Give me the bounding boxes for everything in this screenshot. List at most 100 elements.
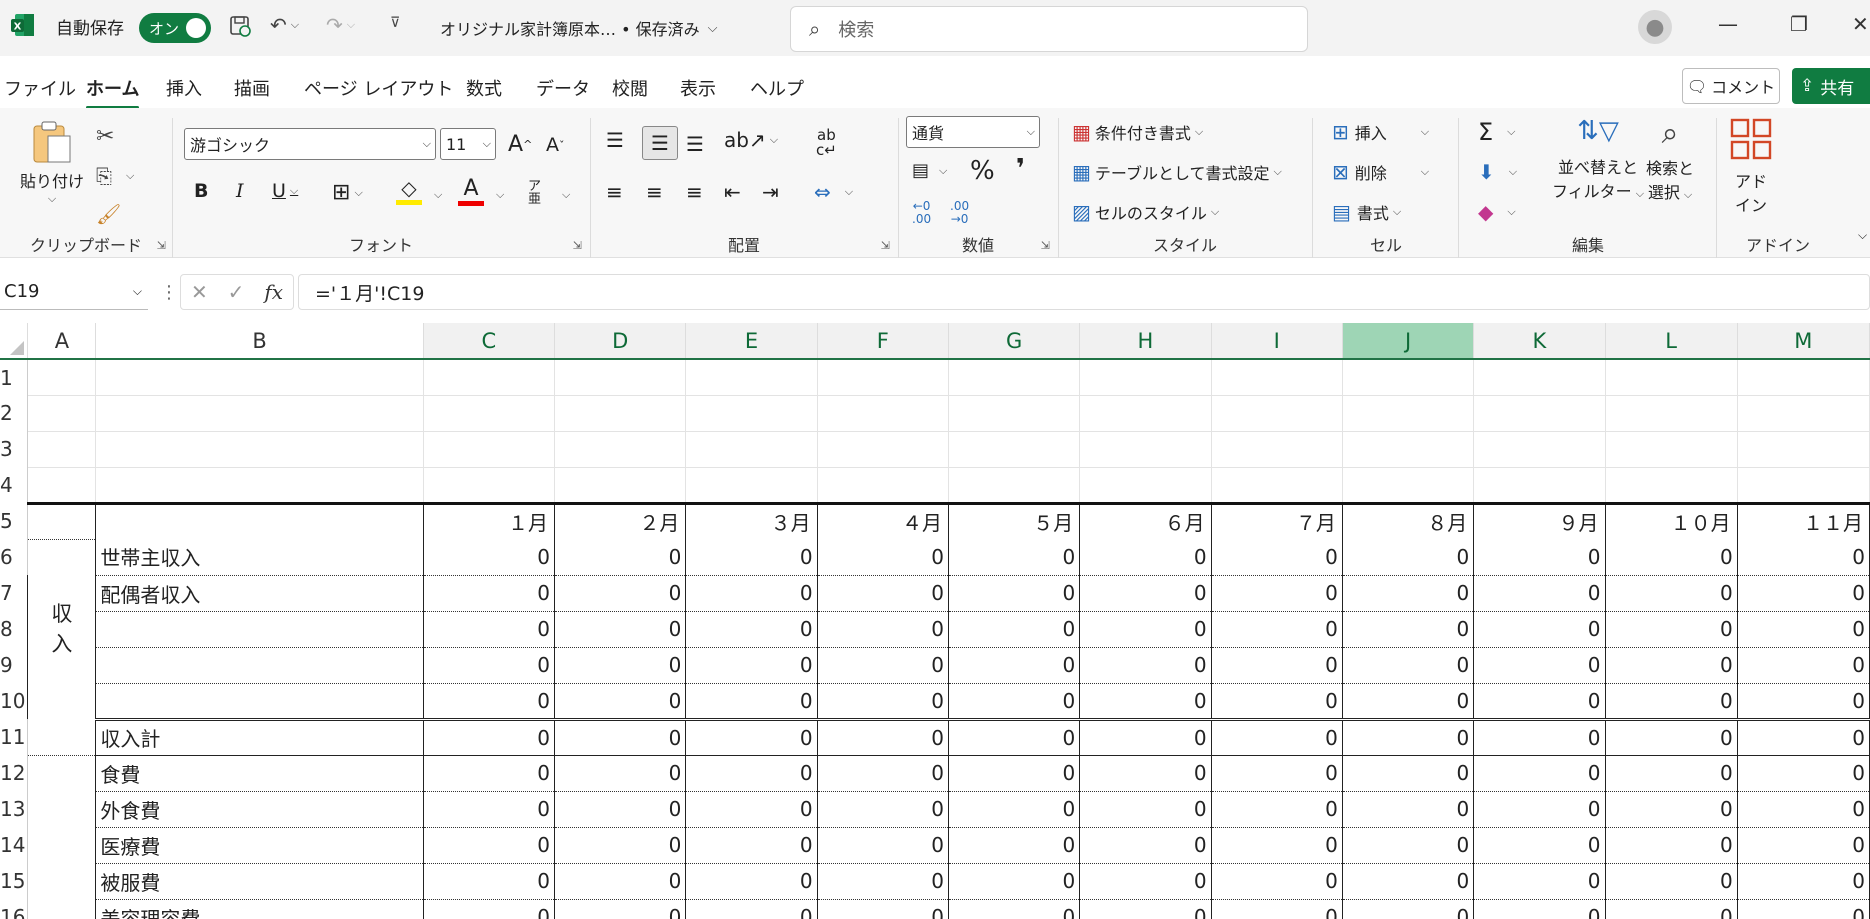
cell[interactable] — [1605, 431, 1738, 468]
cell[interactable] — [1079, 467, 1212, 504]
copy-icon[interactable]: ⎘ ⌵ — [96, 164, 134, 188]
tab-draw[interactable]: 描画 — [234, 75, 270, 101]
value-cell[interactable]: 0 — [1473, 899, 1606, 919]
value-cell[interactable]: 0 — [817, 755, 949, 792]
column-header-h[interactable]: H — [1079, 323, 1212, 360]
row-label[interactable]: 美容理容費 — [95, 899, 424, 919]
dialog-launcher-icon[interactable]: ⇲ — [881, 239, 890, 252]
value-cell[interactable]: 0 — [948, 647, 1081, 684]
value-cell[interactable]: 0 — [817, 899, 949, 919]
value-cell[interactable]: 0 — [685, 611, 818, 648]
cell[interactable] — [95, 501, 424, 539]
cell[interactable] — [685, 395, 818, 432]
cell[interactable] — [1079, 395, 1212, 432]
enter-icon[interactable]: ✓ — [228, 280, 245, 304]
row-label[interactable] — [95, 683, 424, 720]
value-cell[interactable]: 0 — [1342, 863, 1475, 900]
value-cell[interactable]: 0 — [817, 827, 949, 864]
cell[interactable] — [95, 467, 424, 504]
value-cell[interactable]: 0 — [1473, 683, 1606, 720]
insert-function-icon[interactable]: fx — [264, 280, 283, 304]
month-header[interactable]: ３月 — [685, 501, 818, 539]
format-as-table-button[interactable]: ▦ テーブルとして書式設定 ⌵ — [1072, 160, 1282, 184]
cell[interactable] — [948, 431, 1081, 468]
value-cell[interactable]: 0 — [1079, 683, 1212, 720]
value-cell[interactable]: 0 — [1605, 683, 1738, 720]
value-cell[interactable]: 0 — [1737, 611, 1870, 648]
value-cell[interactable]: 0 — [1342, 791, 1475, 828]
value-cell[interactable]: 0 — [1737, 899, 1870, 919]
value-cell[interactable]: 0 — [1079, 539, 1212, 576]
cell[interactable] — [817, 395, 949, 432]
cell[interactable] — [1211, 431, 1343, 468]
cell[interactable] — [1737, 467, 1870, 504]
value-cell[interactable]: 0 — [1079, 899, 1212, 919]
cut-icon[interactable]: ✂ — [96, 124, 114, 149]
row-header-7[interactable]: 7 — [0, 575, 29, 611]
undo-icon[interactable]: ↶ ⌵ — [270, 13, 299, 37]
cell[interactable] — [1737, 431, 1870, 468]
tab-page-layout[interactable]: ページ レイアウト — [304, 75, 453, 101]
value-cell[interactable]: 0 — [1342, 539, 1475, 576]
column-header-g[interactable]: G — [948, 323, 1081, 360]
tab-formulas[interactable]: 数式 — [466, 75, 502, 101]
cell[interactable] — [1342, 395, 1475, 432]
row-header-6[interactable]: 6 — [0, 539, 29, 575]
row-header-1[interactable]: 1 — [0, 359, 29, 395]
cell[interactable] — [27, 719, 97, 756]
increase-indent-icon[interactable]: ⇥ — [762, 180, 779, 204]
tab-view[interactable]: 表示 — [680, 75, 716, 101]
row-label[interactable]: 配偶者収入 — [95, 575, 424, 612]
tab-file[interactable]: ファイル — [4, 75, 76, 101]
value-cell[interactable]: 0 — [1079, 575, 1212, 612]
value-cell[interactable]: 0 — [1737, 755, 1870, 792]
cell[interactable] — [1473, 359, 1606, 396]
value-cell[interactable]: 0 — [948, 539, 1081, 576]
value-cell[interactable]: 0 — [1473, 575, 1606, 612]
month-header[interactable]: １月 — [423, 501, 556, 539]
value-cell[interactable]: 0 — [685, 791, 818, 828]
cell[interactable] — [95, 395, 424, 432]
row-header-12[interactable]: 12 — [0, 755, 29, 791]
name-box[interactable]: C19 ⌵ — [0, 274, 148, 310]
value-cell[interactable]: 0 — [1342, 827, 1475, 864]
cell[interactable] — [1737, 395, 1870, 432]
cell[interactable] — [817, 359, 949, 396]
value-cell[interactable]: 0 — [423, 827, 556, 864]
cell[interactable] — [685, 431, 818, 468]
value-cell[interactable]: 0 — [1737, 647, 1870, 684]
orientation-icon[interactable]: ab↗ ⌵ — [724, 128, 778, 152]
column-header-l[interactable]: L — [1605, 323, 1738, 360]
cell[interactable] — [948, 359, 1081, 396]
cell[interactable] — [27, 431, 97, 468]
column-header-m[interactable]: M — [1737, 323, 1870, 360]
format-cells-button[interactable]: ▤ 書式 ⌵ — [1332, 200, 1401, 224]
increase-font-icon[interactable]: A ^ — [508, 132, 532, 157]
cell[interactable] — [27, 755, 97, 791]
value-cell[interactable]: 0 — [817, 611, 949, 648]
cell[interactable] — [27, 467, 97, 504]
tab-help[interactable]: ヘルプ — [750, 75, 804, 101]
column-header-b[interactable]: B — [95, 323, 424, 360]
value-cell[interactable]: 0 — [1211, 827, 1343, 864]
row-header-14[interactable]: 14 — [0, 827, 29, 863]
column-header-k[interactable]: K — [1473, 323, 1606, 360]
cell[interactable] — [1079, 359, 1212, 396]
value-cell[interactable]: 0 — [1211, 539, 1343, 576]
align-center-icon[interactable]: ≡ — [646, 180, 663, 204]
income-group-label[interactable]: 収入 — [27, 538, 97, 719]
decrease-font-icon[interactable]: Aˇ — [546, 134, 565, 156]
value-cell[interactable]: 0 — [554, 755, 687, 792]
tab-review[interactable]: 校閲 — [612, 75, 648, 101]
value-cell[interactable]: 0 — [554, 791, 687, 828]
value-cell[interactable]: 0 — [1211, 791, 1343, 828]
column-header-f[interactable]: F — [817, 323, 949, 360]
value-cell[interactable]: 0 — [685, 827, 818, 864]
value-cell[interactable]: 0 — [1079, 791, 1212, 828]
restore-icon[interactable]: ❐ — [1790, 12, 1808, 36]
avatar[interactable]: ● — [1638, 10, 1672, 44]
font-size-select[interactable]: 11 ⌵ — [440, 128, 496, 160]
cell[interactable] — [95, 359, 424, 396]
value-cell[interactable]: 0 — [554, 863, 687, 900]
value-cell[interactable]: 0 — [1211, 611, 1343, 648]
